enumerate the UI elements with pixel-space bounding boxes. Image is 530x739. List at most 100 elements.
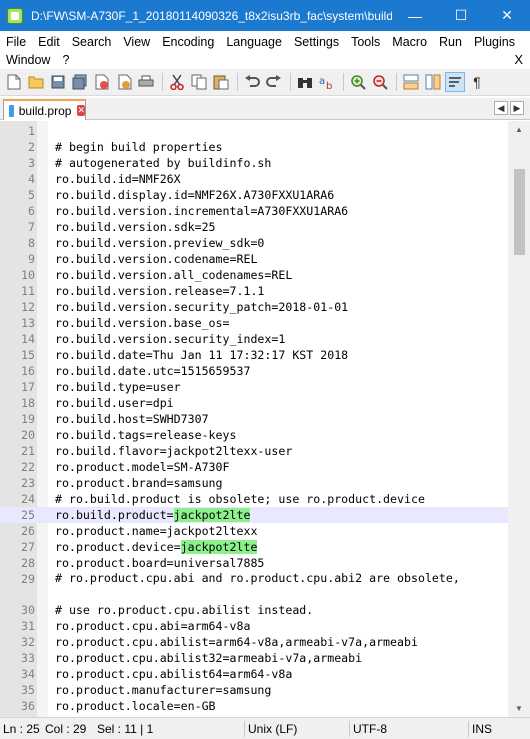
- status-encoding[interactable]: UTF-8: [350, 721, 468, 737]
- copy-icon[interactable]: [189, 72, 209, 92]
- code-line[interactable]: 25 ro.build.product=jackpot2lte: [0, 507, 508, 523]
- zoom-out-icon[interactable]: [370, 72, 390, 92]
- code-line[interactable]: 15 ro.build.date=Thu Jan 11 17:32:17 KST …: [0, 347, 508, 363]
- close-window-button[interactable]: ✕: [484, 0, 530, 31]
- close-document-button[interactable]: X: [514, 52, 523, 67]
- menu-language[interactable]: Language: [220, 35, 288, 49]
- line-text[interactable]: ro.product.brand=samsung: [55, 475, 223, 491]
- cut-icon[interactable]: [167, 72, 187, 92]
- code-line[interactable]: 34 ro.product.cpu.abilist64=arm64-v8a: [0, 666, 508, 682]
- menu-help[interactable]: ?: [56, 53, 75, 67]
- line-text[interactable]: ro.build.version.security_index=1: [55, 331, 285, 347]
- code-line[interactable]: 26 ro.product.name=jackpot2ltexx: [0, 523, 508, 539]
- code-line[interactable]: 7 ro.build.version.sdk=25: [0, 219, 508, 235]
- scroll-down-arrow-icon[interactable]: ▼: [508, 700, 530, 717]
- code-line[interactable]: 14 ro.build.version.security_index=1: [0, 331, 508, 347]
- code-line[interactable]: 31 ro.product.cpu.abi=arm64-v8a: [0, 618, 508, 634]
- menu-view[interactable]: View: [117, 35, 156, 49]
- code-line[interactable]: 6 ro.build.version.incremental=A730FXXU1A…: [0, 203, 508, 219]
- code-line[interactable]: 11 ro.build.version.release=7.1.1: [0, 283, 508, 299]
- status-eol-format[interactable]: Unix (LF): [245, 721, 349, 737]
- code-line[interactable]: 32 ro.product.cpu.abilist=arm64-v8a,armea…: [0, 634, 508, 650]
- code-line[interactable]: 27 ro.product.device=jackpot2lte: [0, 539, 508, 555]
- tab-scroll-right-button[interactable]: ▶: [510, 101, 524, 115]
- code-line[interactable]: 33 ro.product.cpu.abilist32=armeabi-v7a,a…: [0, 650, 508, 666]
- line-text[interactable]: ro.product.cpu.abilist64=arm64-v8a: [55, 666, 292, 682]
- maximize-button[interactable]: ☐: [438, 0, 484, 31]
- undo-icon[interactable]: [242, 72, 262, 92]
- menu-settings[interactable]: Settings: [288, 35, 345, 49]
- tab-scroll-left-button[interactable]: ◀: [494, 101, 508, 115]
- line-text[interactable]: ro.build.host=SWHD7307: [55, 411, 209, 427]
- code-line[interactable]: 35 ro.product.manufacturer=samsung: [0, 682, 508, 698]
- code-line[interactable]: 13 ro.build.version.base_os=: [0, 315, 508, 331]
- open-file-icon[interactable]: [26, 72, 46, 92]
- code-line[interactable]: 24 # ro.build.product is obsolete; use ro…: [0, 491, 508, 507]
- line-text[interactable]: ro.build.version.security_patch=2018-01-…: [55, 299, 348, 315]
- notepad-plus-plus-icon[interactable]: [7, 7, 23, 24]
- close-icon[interactable]: [92, 72, 112, 92]
- line-text[interactable]: ro.build.date.utc=1515659537: [55, 363, 250, 379]
- menu-window[interactable]: Window: [0, 53, 56, 67]
- code-line[interactable]: 23 ro.product.brand=samsung: [0, 475, 508, 491]
- minimize-button[interactable]: —: [392, 0, 438, 31]
- line-text[interactable]: ro.product.name=jackpot2ltexx: [55, 523, 257, 539]
- scroll-up-arrow-icon[interactable]: ▲: [508, 121, 530, 138]
- line-text[interactable]: ro.product.cpu.abilist32=armeabi-v7a,arm…: [55, 650, 362, 666]
- code-line[interactable]: 29 # ro.product.cpu.abi and ro.product.cp…: [0, 571, 508, 602]
- line-text[interactable]: ro.product.cpu.abi=arm64-v8a: [55, 618, 250, 634]
- code-line[interactable]: 12 ro.build.version.security_patch=2018-0…: [0, 299, 508, 315]
- code-line[interactable]: 22 ro.product.model=SM-A730F: [0, 459, 508, 475]
- code-line[interactable]: 1: [0, 123, 508, 139]
- code-line[interactable]: 2 # begin build properties: [0, 139, 508, 155]
- tab-close-icon[interactable]: ✕: [77, 105, 85, 116]
- line-text[interactable]: # ro.product.cpu.abi and ro.product.cpu.…: [55, 571, 505, 587]
- zoom-in-icon[interactable]: [348, 72, 368, 92]
- code-lines[interactable]: 1 2 # begin build properties 3 # autogenerat…: [0, 123, 508, 714]
- show-all-characters-icon[interactable]: ¶: [467, 72, 487, 92]
- code-line[interactable]: 16 ro.build.date.utc=1515659537: [0, 363, 508, 379]
- sync-vertical-scroll-icon[interactable]: [401, 72, 421, 92]
- line-text[interactable]: ro.product.cpu.abilist=arm64-v8a,armeabi…: [55, 634, 418, 650]
- line-text[interactable]: ro.build.product=jackpot2lte: [55, 507, 251, 523]
- new-file-icon[interactable]: [4, 72, 24, 92]
- code-line[interactable]: 3 # autogenerated by buildinfo.sh: [0, 155, 508, 171]
- paste-icon[interactable]: [211, 72, 231, 92]
- close-all-icon[interactable]: [114, 72, 134, 92]
- code-line[interactable]: 4 ro.build.id=NMF26X: [0, 171, 508, 187]
- menu-encoding[interactable]: Encoding: [156, 35, 220, 49]
- line-text[interactable]: ro.build.version.release=7.1.1: [55, 283, 264, 299]
- menu-macro[interactable]: Macro: [386, 35, 433, 49]
- line-text[interactable]: # autogenerated by buildinfo.sh: [55, 155, 271, 171]
- scrollbar-thumb[interactable]: [514, 169, 525, 255]
- line-text[interactable]: ro.build.id=NMF26X: [55, 171, 181, 187]
- line-text[interactable]: ro.build.version.codename=REL: [55, 251, 257, 267]
- sync-horizontal-scroll-icon[interactable]: [423, 72, 443, 92]
- line-text[interactable]: ro.build.version.preview_sdk=0: [55, 235, 264, 251]
- code-line[interactable]: 28 ro.product.board=universal7885: [0, 555, 508, 571]
- replace-icon[interactable]: ab: [317, 72, 337, 92]
- line-text[interactable]: ro.build.version.incremental=A730FXXU1AR…: [55, 203, 348, 219]
- word-wrap-icon[interactable]: [445, 72, 465, 92]
- line-text[interactable]: ro.build.date=Thu Jan 11 17:32:17 KST 20…: [55, 347, 348, 363]
- code-line[interactable]: 36 ro.product.locale=en-GB: [0, 698, 508, 714]
- print-icon[interactable]: [136, 72, 156, 92]
- line-text[interactable]: ro.build.user=dpi: [55, 395, 174, 411]
- code-line[interactable]: 20 ro.build.tags=release-keys: [0, 427, 508, 443]
- menu-run[interactable]: Run: [433, 35, 468, 49]
- code-line[interactable]: 5 ro.build.display.id=NMF26X.A730FXXU1ARA…: [0, 187, 508, 203]
- line-text[interactable]: # begin build properties: [55, 139, 223, 155]
- line-text[interactable]: ro.product.model=SM-A730F: [55, 459, 230, 475]
- line-text[interactable]: ro.build.flavor=jackpot2ltexx-user: [55, 443, 292, 459]
- line-text[interactable]: # use ro.product.cpu.abilist instead.: [55, 602, 313, 618]
- line-text[interactable]: ro.product.board=universal7885: [55, 555, 264, 571]
- redo-icon[interactable]: [264, 72, 284, 92]
- line-text[interactable]: ro.product.manufacturer=samsung: [55, 682, 271, 698]
- editor-area[interactable]: 1 2 # begin build properties 3 # autogenerat…: [0, 121, 530, 717]
- code-line[interactable]: 19 ro.build.host=SWHD7307: [0, 411, 508, 427]
- code-line[interactable]: 21 ro.build.flavor=jackpot2ltexx-user: [0, 443, 508, 459]
- menu-search[interactable]: Search: [66, 35, 118, 49]
- save-icon[interactable]: [48, 72, 68, 92]
- find-icon[interactable]: [295, 72, 315, 92]
- code-line[interactable]: 17 ro.build.type=user: [0, 379, 508, 395]
